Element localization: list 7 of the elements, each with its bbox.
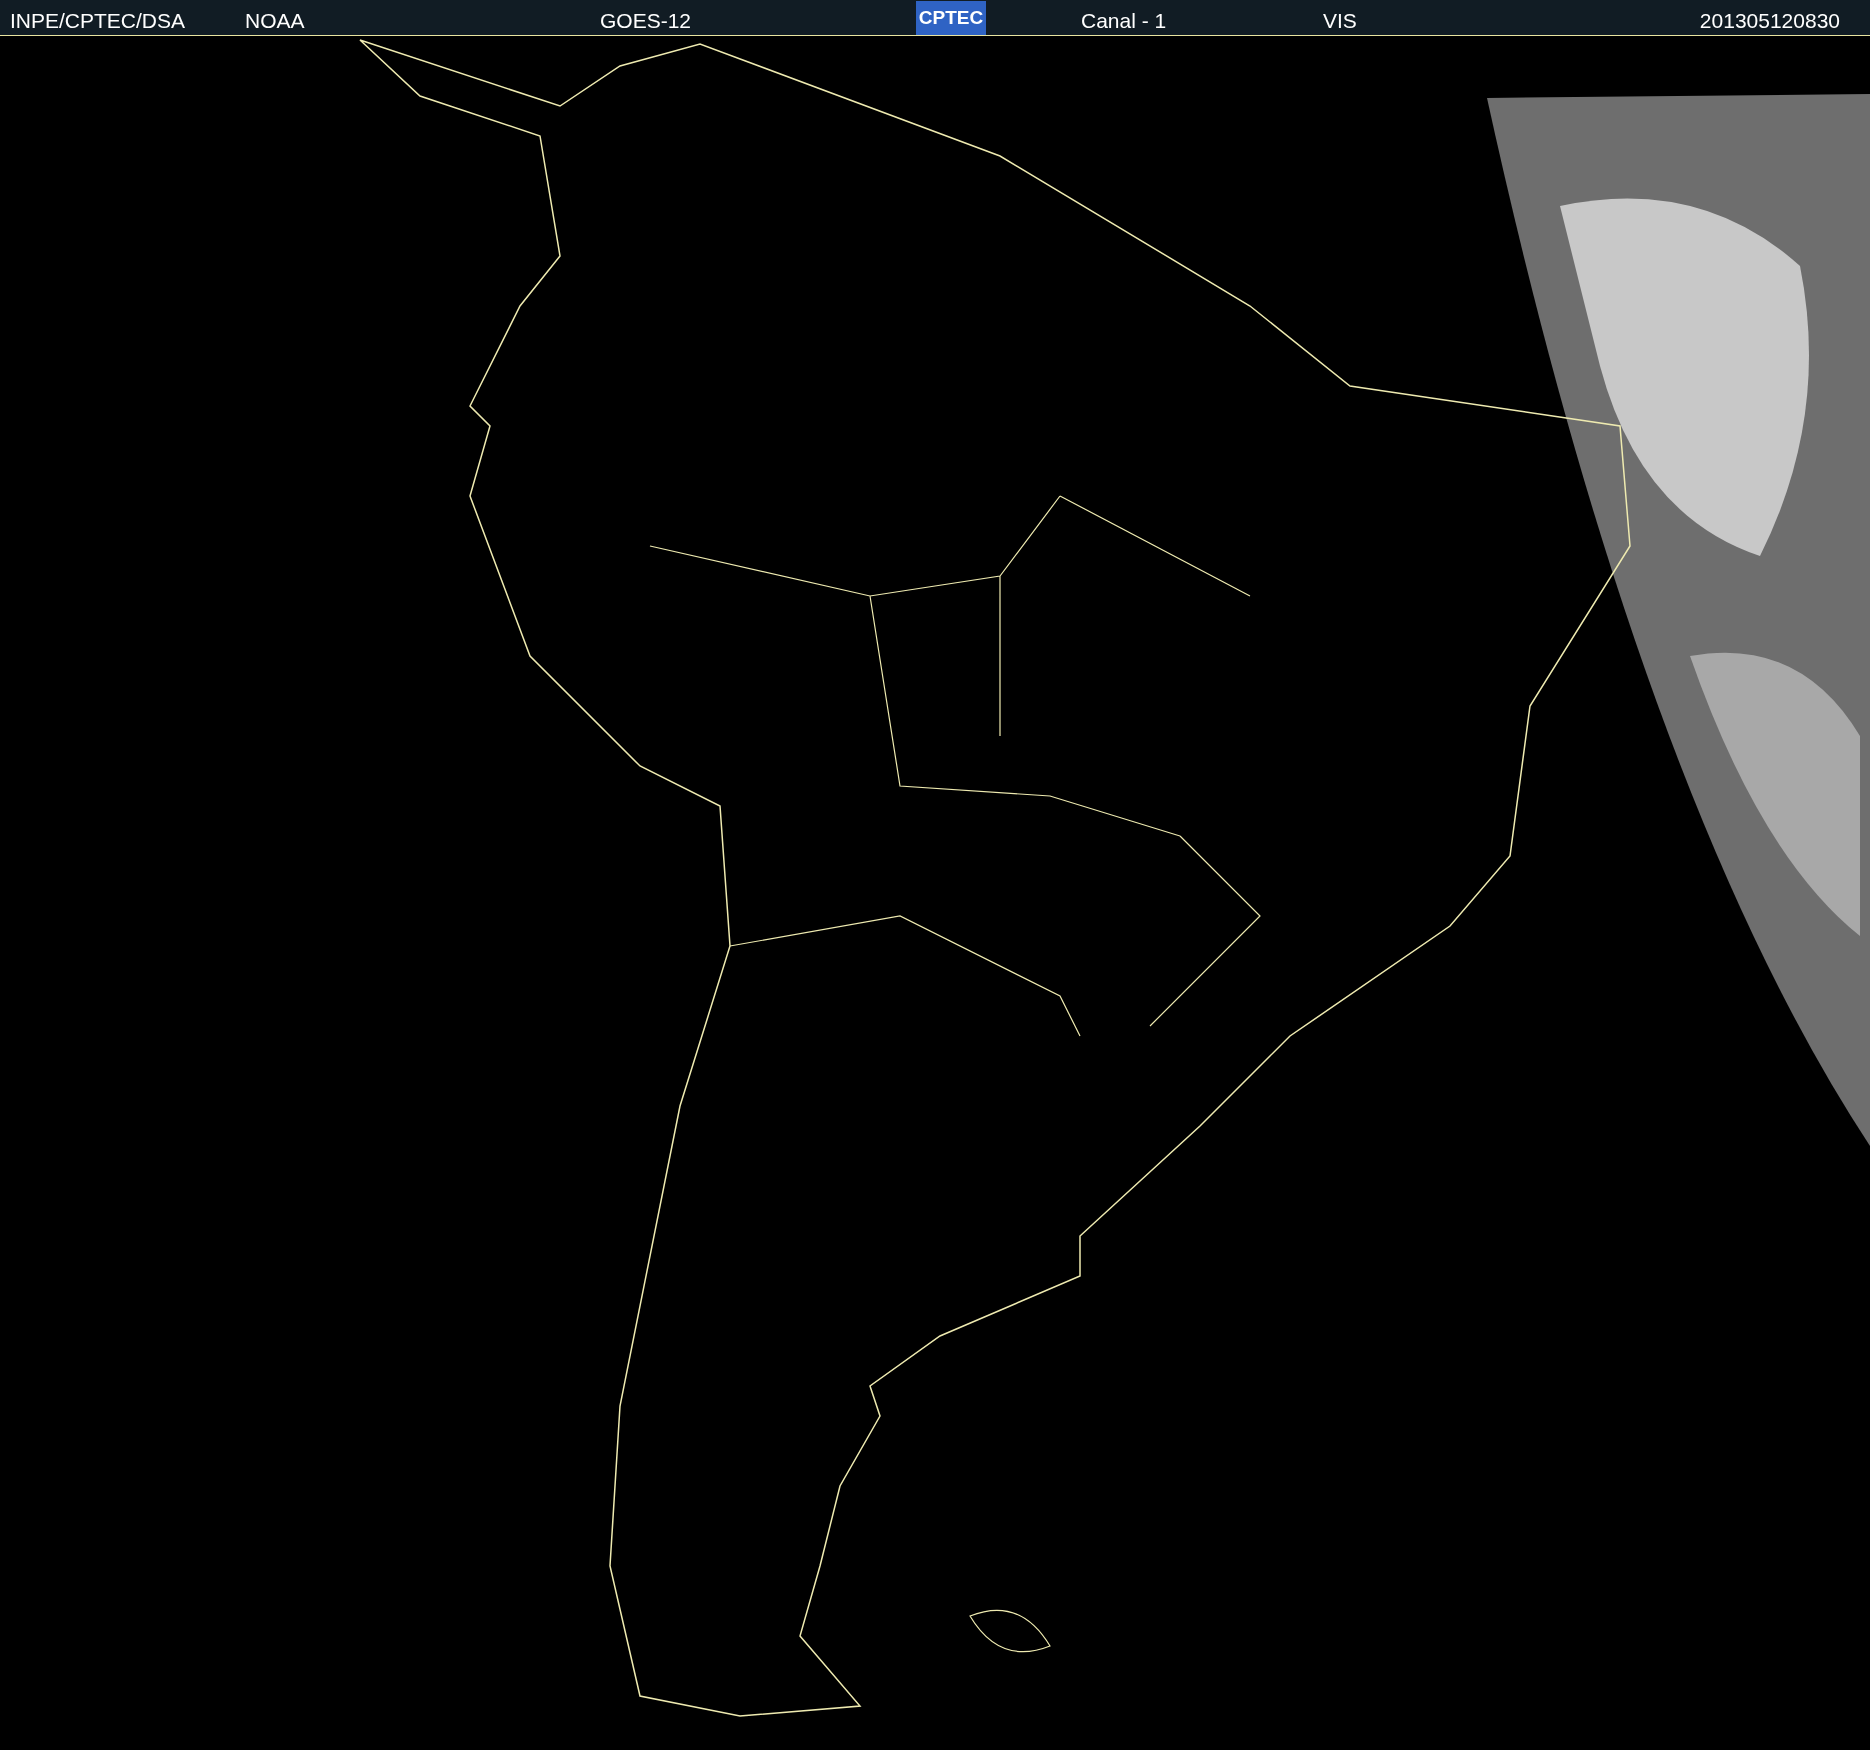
logo: CPTEC [916,1,986,35]
channel-label: Canal - 1 [1081,8,1167,34]
satellite-label: GOES-12 [600,8,692,34]
agency-label: NOAA [245,8,305,34]
timestamp-label: 201305120830 [1699,8,1840,34]
source-label: INPE/CPTEC/DSA [10,8,186,34]
band-label: VIS [1323,8,1357,34]
